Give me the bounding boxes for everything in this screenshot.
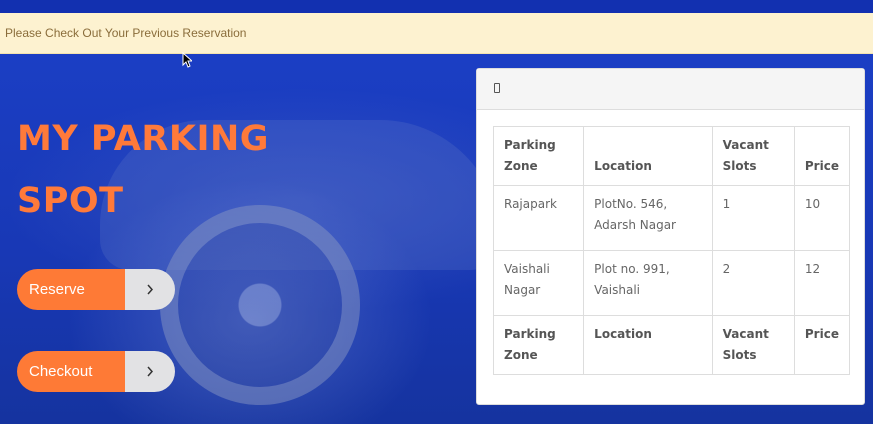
- footer-vacant-slots: Vacant Slots: [711, 315, 795, 375]
- parking-zones-table: Parking Zone Location Vacant Slots Price…: [492, 126, 851, 375]
- mouse-cursor-icon: [182, 52, 192, 68]
- reserve-button[interactable]: Reserve: [17, 269, 175, 310]
- cell-location: Plot no. 991, Vaishali: [583, 250, 713, 316]
- cell-location: PlotNo. 546, Adarsh Nagar: [583, 185, 713, 251]
- checkout-alert: Please Check Out Your Previous Reservati…: [0, 13, 873, 54]
- header-location: Location: [583, 126, 713, 186]
- footer-parking-zone: Parking Zone: [492, 315, 585, 375]
- panel-header: [477, 69, 864, 110]
- header-vacant-slots: Vacant Slots: [711, 126, 795, 186]
- header-parking-zone: Parking Zone: [492, 126, 585, 186]
- cell-price: 12: [793, 250, 851, 316]
- hero-title-line-2: SPOT: [17, 181, 124, 221]
- panel-icon: [494, 83, 500, 93]
- cell-parking-zone: Vaishali Nagar: [492, 250, 585, 316]
- table-row: Rajapark PlotNo. 546, Adarsh Nagar 1 10: [492, 185, 851, 251]
- top-strip: [0, 0, 873, 13]
- alert-text: Please Check Out Your Previous Reservati…: [5, 26, 247, 40]
- cell-vacant-slots: 1: [711, 185, 795, 251]
- chevron-right-icon: [125, 351, 175, 392]
- checkout-button-label: Checkout: [17, 351, 125, 392]
- header-price: Price: [793, 126, 851, 186]
- cell-vacant-slots: 2: [711, 250, 795, 316]
- checkout-button[interactable]: Checkout: [17, 351, 175, 392]
- car-image-wheel: [160, 205, 360, 405]
- parking-zones-panel: Parking Zone Location Vacant Slots Price…: [476, 68, 865, 405]
- hero-title: MY PARKING SPOT: [17, 108, 269, 232]
- footer-price: Price: [793, 315, 851, 375]
- chevron-right-icon: [125, 269, 175, 310]
- table-header-row: Parking Zone Location Vacant Slots Price: [492, 126, 851, 186]
- table-footer-row: Parking Zone Location Vacant Slots Price: [492, 315, 851, 375]
- table-row: Vaishali Nagar Plot no. 991, Vaishali 2 …: [492, 250, 851, 316]
- cell-price: 10: [793, 185, 851, 251]
- hero-title-line-1: MY PARKING: [17, 119, 269, 159]
- footer-location: Location: [583, 315, 713, 375]
- reserve-button-label: Reserve: [17, 269, 125, 310]
- cell-parking-zone: Rajapark: [492, 185, 585, 251]
